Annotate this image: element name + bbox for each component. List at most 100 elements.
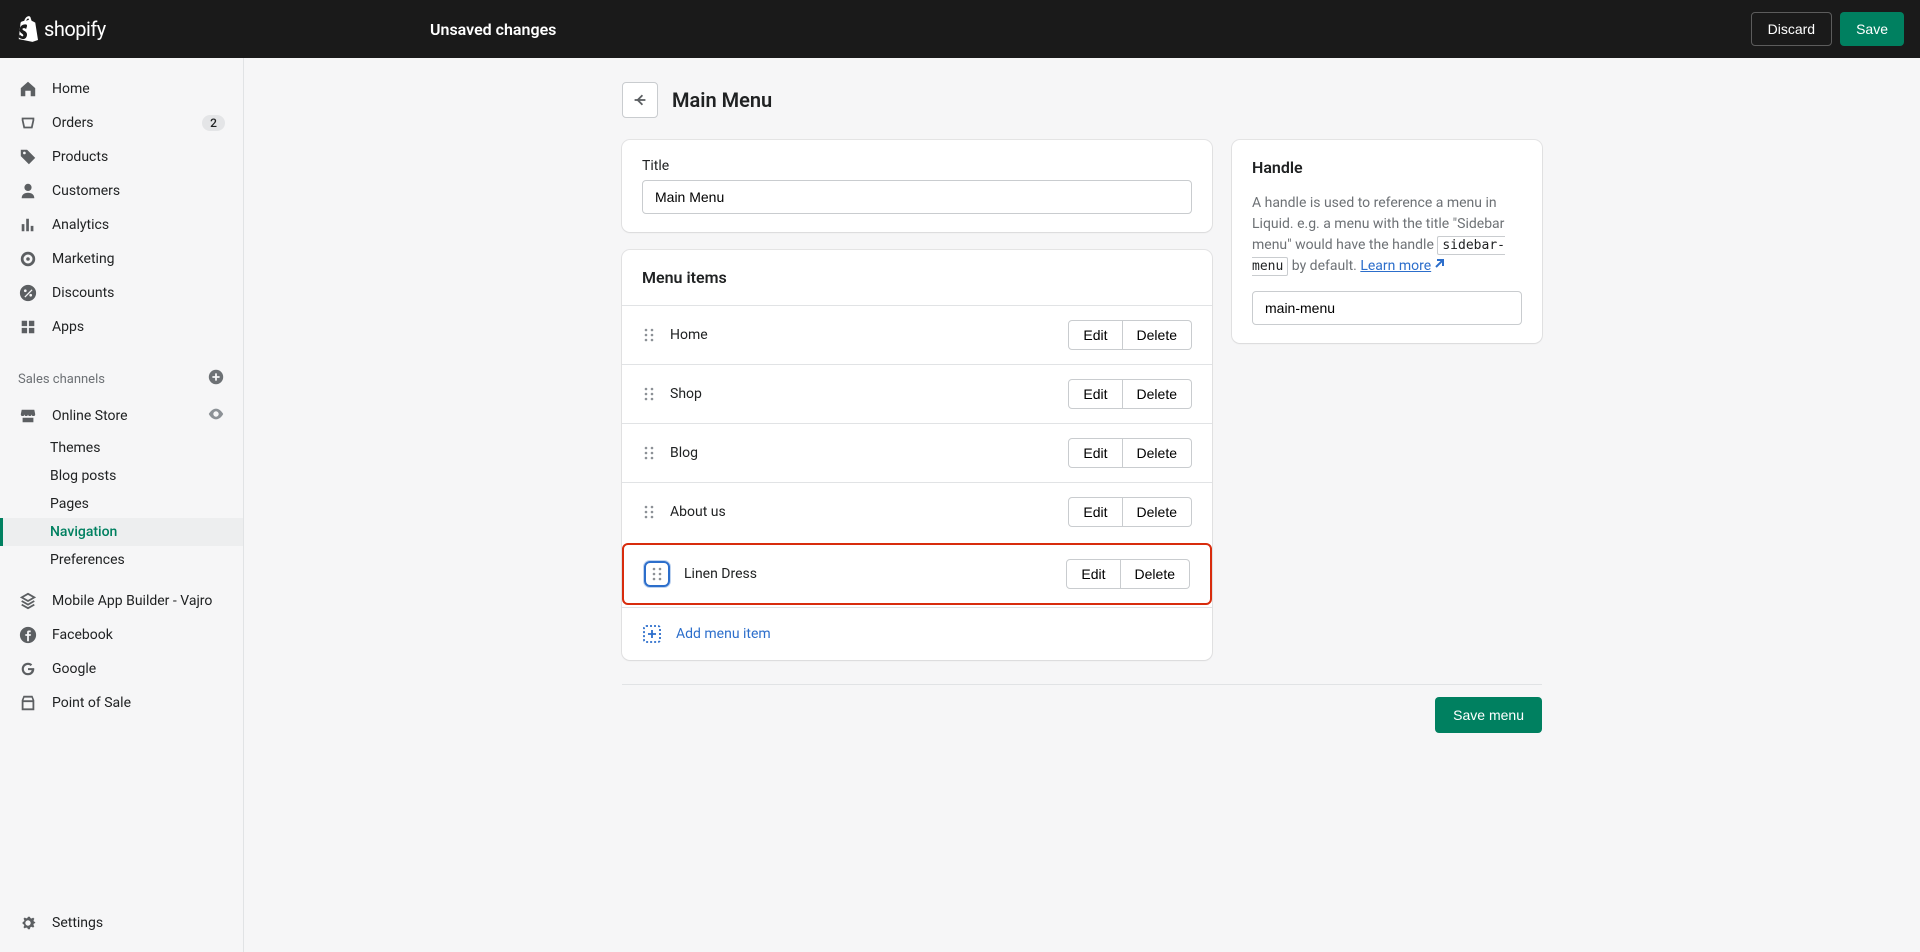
sidebar-label: Home	[52, 81, 90, 97]
sidebar-sub-blog-posts[interactable]: Blog posts	[0, 462, 243, 490]
title-card: Title	[622, 140, 1212, 232]
gear-icon	[18, 913, 38, 933]
drag-handle-icon[interactable]	[644, 561, 670, 587]
sidebar-label: Products	[52, 149, 108, 165]
menu-item-row-highlighted: Linen Dress Edit Delete	[622, 543, 1212, 605]
pos-icon	[18, 693, 38, 713]
menu-items-card: Menu items Home Edit Delete Shop Ed	[622, 250, 1212, 660]
brand-text: shopify	[44, 17, 106, 41]
sidebar-sub-preferences[interactable]: Preferences	[0, 546, 243, 574]
menu-item-label: Home	[670, 327, 1054, 343]
menu-item-row: About us Edit Delete	[622, 482, 1212, 541]
edit-button[interactable]: Edit	[1068, 379, 1122, 409]
drag-handle-icon[interactable]	[642, 505, 656, 519]
menu-item-row: Home Edit Delete	[622, 305, 1212, 364]
sidebar-item-marketing[interactable]: Marketing	[0, 242, 243, 276]
handle-description: A handle is used to reference a menu in …	[1252, 193, 1522, 277]
sidebar-item-online-store[interactable]: Online Store	[0, 398, 243, 434]
mobile-icon	[18, 591, 38, 611]
store-icon	[18, 406, 38, 426]
sidebar-sub-navigation[interactable]: Navigation	[0, 518, 243, 546]
edit-button[interactable]: Edit	[1066, 559, 1120, 589]
handle-card: Handle A handle is used to reference a m…	[1232, 140, 1542, 343]
sidebar-item-orders[interactable]: Orders 2	[0, 106, 243, 140]
sidebar-label: Customers	[52, 183, 120, 199]
sidebar-item-customers[interactable]: Customers	[0, 174, 243, 208]
menu-item-row: Shop Edit Delete	[622, 364, 1212, 423]
view-store-icon[interactable]	[207, 405, 225, 427]
facebook-icon	[18, 625, 38, 645]
add-channel-icon[interactable]	[207, 368, 225, 390]
unsaved-changes-label: Unsaved changes	[430, 20, 556, 39]
person-icon	[18, 181, 38, 201]
sidebar-label: Mobile App Builder - Vajro	[52, 593, 212, 609]
menu-item-row: Blog Edit Delete	[622, 423, 1212, 482]
sidebar-item-discounts[interactable]: Discounts	[0, 276, 243, 310]
sidebar-label: Analytics	[52, 217, 109, 233]
orders-icon	[18, 113, 38, 133]
sidebar-label: Settings	[52, 915, 103, 931]
sidebar-item-facebook[interactable]: Facebook	[0, 618, 243, 652]
discard-button[interactable]: Discard	[1751, 12, 1832, 46]
back-button[interactable]	[622, 82, 658, 118]
page-title: Main Menu	[672, 88, 772, 112]
analytics-icon	[18, 215, 38, 235]
top-bar: shopify Unsaved changes Discard Save	[0, 0, 1920, 58]
footer-actions: Save menu	[622, 684, 1542, 733]
sales-channels-header: Sales channels	[0, 360, 243, 398]
title-label: Title	[642, 158, 1192, 174]
menu-item-label: Blog	[670, 445, 1054, 461]
sidebar-sub-pages[interactable]: Pages	[0, 490, 243, 518]
sidebar-label: Apps	[52, 319, 84, 335]
google-icon	[18, 659, 38, 679]
shopify-logo[interactable]: shopify	[16, 16, 106, 42]
learn-more-link[interactable]: Learn more	[1360, 258, 1445, 274]
sidebar-label: Facebook	[52, 627, 113, 643]
sidebar-label: Google	[52, 661, 96, 677]
sidebar-item-mobile-app-builder[interactable]: Mobile App Builder - Vajro	[0, 584, 243, 618]
sidebar: Home Orders 2 Products Customers Analyti…	[0, 58, 244, 952]
title-input[interactable]	[642, 180, 1192, 214]
edit-button[interactable]: Edit	[1068, 497, 1122, 527]
sidebar-item-analytics[interactable]: Analytics	[0, 208, 243, 242]
apps-icon	[18, 317, 38, 337]
delete-button[interactable]: Delete	[1123, 379, 1192, 409]
tag-icon	[18, 147, 38, 167]
menu-item-label: Linen Dress	[684, 566, 1052, 582]
external-link-icon	[1433, 256, 1445, 268]
edit-button[interactable]: Edit	[1068, 320, 1122, 350]
orders-badge: 2	[202, 115, 225, 131]
add-menu-item-button[interactable]: Add menu item	[622, 607, 1212, 660]
marketing-icon	[18, 249, 38, 269]
menu-items-title: Menu items	[622, 250, 1212, 305]
shopify-bag-icon	[16, 16, 38, 42]
sidebar-item-pos[interactable]: Point of Sale	[0, 686, 243, 720]
handle-input[interactable]	[1252, 291, 1522, 325]
sidebar-item-products[interactable]: Products	[0, 140, 243, 174]
drag-handle-icon[interactable]	[642, 387, 656, 401]
delete-button[interactable]: Delete	[1123, 438, 1192, 468]
sidebar-item-google[interactable]: Google	[0, 652, 243, 686]
sidebar-item-home[interactable]: Home	[0, 72, 243, 106]
menu-item-label: Shop	[670, 386, 1054, 402]
save-button[interactable]: Save	[1840, 12, 1904, 46]
delete-button[interactable]: Delete	[1121, 559, 1190, 589]
delete-button[interactable]: Delete	[1123, 320, 1192, 350]
add-dashed-icon	[642, 624, 662, 644]
add-menu-item-label: Add menu item	[676, 626, 771, 642]
save-menu-button[interactable]: Save menu	[1435, 697, 1542, 733]
sidebar-item-settings[interactable]: Settings	[0, 906, 243, 940]
delete-button[interactable]: Delete	[1123, 497, 1192, 527]
sidebar-label: Discounts	[52, 285, 114, 301]
discount-icon	[18, 283, 38, 303]
page-header: Main Menu	[622, 82, 1542, 118]
drag-handle-icon[interactable]	[642, 328, 656, 342]
home-icon	[18, 79, 38, 99]
sidebar-item-apps[interactable]: Apps	[0, 310, 243, 344]
drag-handle-icon[interactable]	[642, 446, 656, 460]
sidebar-label: Point of Sale	[52, 695, 131, 711]
arrow-left-icon	[631, 91, 649, 109]
edit-button[interactable]: Edit	[1068, 438, 1122, 468]
sidebar-sub-themes[interactable]: Themes	[0, 434, 243, 462]
handle-title: Handle	[1252, 158, 1522, 177]
